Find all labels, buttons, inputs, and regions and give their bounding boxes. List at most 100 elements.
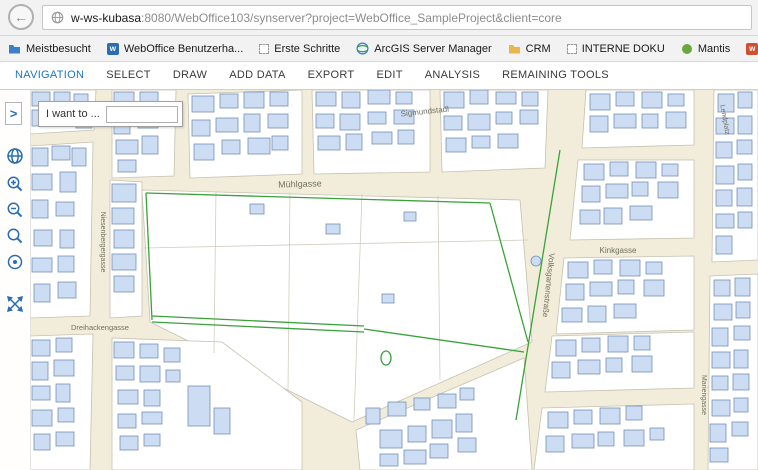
- full-extent-button[interactable]: [3, 292, 27, 316]
- globe-icon: [5, 146, 25, 166]
- building: [604, 208, 622, 224]
- building: [642, 114, 658, 128]
- map-viewport: Mühlgasse Sigmundstadl Kinkgasse Dreihac…: [0, 90, 758, 470]
- tab-add-data[interactable]: ADD DATA: [218, 62, 296, 89]
- bookmarks-bar: Meistbesucht w WebOffice Benutzerha... E…: [0, 36, 758, 62]
- building: [606, 358, 622, 372]
- building: [712, 400, 730, 416]
- building: [432, 420, 452, 438]
- building: [58, 282, 76, 298]
- building: [606, 184, 628, 198]
- building: [646, 262, 662, 274]
- map-canvas[interactable]: Mühlgasse Sigmundstadl Kinkgasse Dreihac…: [0, 90, 758, 470]
- building: [316, 114, 334, 128]
- zoom-window-button[interactable]: [3, 224, 27, 248]
- bookmark-crm[interactable]: CRM: [508, 42, 551, 55]
- building: [716, 236, 732, 254]
- building: [710, 448, 728, 462]
- building: [32, 148, 48, 166]
- weboffice-tabbar: NAVIGATION SELECT DRAW ADD DATA EXPORT E…: [0, 62, 758, 90]
- street-label: Mariengasse: [700, 375, 707, 415]
- bookmark-synergis[interactable]: w Syn: [746, 43, 758, 55]
- bookmark-meistbesucht[interactable]: Meistbesucht: [8, 42, 91, 55]
- building: [118, 390, 138, 404]
- overview-globe-button[interactable]: [3, 144, 27, 168]
- zoom-out-button[interactable]: [3, 198, 27, 222]
- building: [140, 344, 158, 358]
- building: [398, 130, 414, 144]
- url-path: :8080/WebOffice103/synserver?project=Web…: [141, 11, 562, 25]
- building: [326, 224, 340, 234]
- building: [632, 356, 652, 372]
- building: [634, 336, 650, 350]
- building: [192, 120, 210, 136]
- building: [594, 260, 612, 274]
- building: [624, 430, 644, 446]
- building: [340, 114, 360, 130]
- building: [140, 366, 160, 382]
- building: [714, 304, 732, 320]
- building: [737, 188, 752, 206]
- tab-select[interactable]: SELECT: [95, 62, 162, 89]
- building: [430, 444, 448, 458]
- i-want-to-input[interactable]: [106, 106, 178, 123]
- building: [736, 302, 750, 318]
- back-button[interactable]: ←: [8, 4, 34, 30]
- building: [620, 260, 640, 276]
- tab-export[interactable]: EXPORT: [297, 62, 366, 89]
- street-label: Kinkgasse: [600, 246, 637, 255]
- building: [396, 92, 412, 104]
- center-point-button[interactable]: [3, 250, 27, 274]
- building: [188, 386, 210, 426]
- bookmark-erste-schritte[interactable]: Erste Schritte: [259, 43, 340, 55]
- url-bar[interactable]: w-ws-kubasa:8080/WebOffice103/synserver?…: [42, 5, 752, 30]
- building: [738, 164, 752, 180]
- building: [574, 410, 592, 424]
- full-extent-icon: [5, 294, 25, 314]
- tab-draw[interactable]: DRAW: [162, 62, 218, 89]
- building: [632, 182, 648, 196]
- building: [144, 434, 160, 446]
- building: [56, 338, 72, 352]
- building: [366, 408, 380, 424]
- building: [32, 174, 52, 190]
- building: [566, 284, 584, 300]
- globe-icon: [356, 42, 369, 55]
- building: [460, 388, 474, 400]
- building: [388, 402, 406, 416]
- center-point-icon: [5, 252, 25, 272]
- street-label: Niesenbergergasse: [99, 212, 106, 273]
- tab-remaining-tools[interactable]: REMAINING TOOLS: [491, 62, 620, 89]
- building: [318, 136, 340, 150]
- panel-expander-button[interactable]: >: [5, 102, 22, 125]
- building: [72, 148, 86, 166]
- building: [52, 146, 70, 160]
- bookmark-weboffice-benutzerhandbuch[interactable]: w WebOffice Benutzerha...: [107, 43, 243, 55]
- street-label: Dreihackengasse: [71, 323, 129, 332]
- building: [382, 294, 394, 303]
- bookmark-interne-doku[interactable]: INTERNE DOKU: [567, 43, 665, 55]
- building: [220, 94, 238, 108]
- building: [368, 90, 390, 104]
- tab-analysis[interactable]: ANALYSIS: [414, 62, 491, 89]
- building: [56, 432, 74, 446]
- tab-navigation[interactable]: NAVIGATION: [4, 62, 95, 89]
- bookmark-arcgis-server-manager[interactable]: ArcGIS Server Manager: [356, 42, 491, 55]
- bookmark-mantis[interactable]: Mantis: [681, 43, 730, 55]
- dashed-bookmark-icon: [259, 44, 269, 54]
- building: [346, 134, 362, 150]
- street-label: Mühlgasse: [278, 178, 322, 189]
- browser-chrome: ← w-ws-kubasa:8080/WebOffice103/synserve…: [0, 0, 758, 36]
- mantis-icon: [681, 43, 693, 55]
- building: [470, 90, 488, 104]
- building: [496, 92, 516, 104]
- building: [712, 352, 730, 368]
- building: [34, 434, 50, 450]
- tab-edit[interactable]: EDIT: [365, 62, 413, 89]
- i-want-to-label[interactable]: I want to ...: [46, 108, 100, 120]
- zoom-in-button[interactable]: [3, 172, 27, 196]
- building: [404, 450, 426, 464]
- building: [114, 230, 134, 248]
- building: [118, 160, 136, 172]
- building: [118, 414, 136, 428]
